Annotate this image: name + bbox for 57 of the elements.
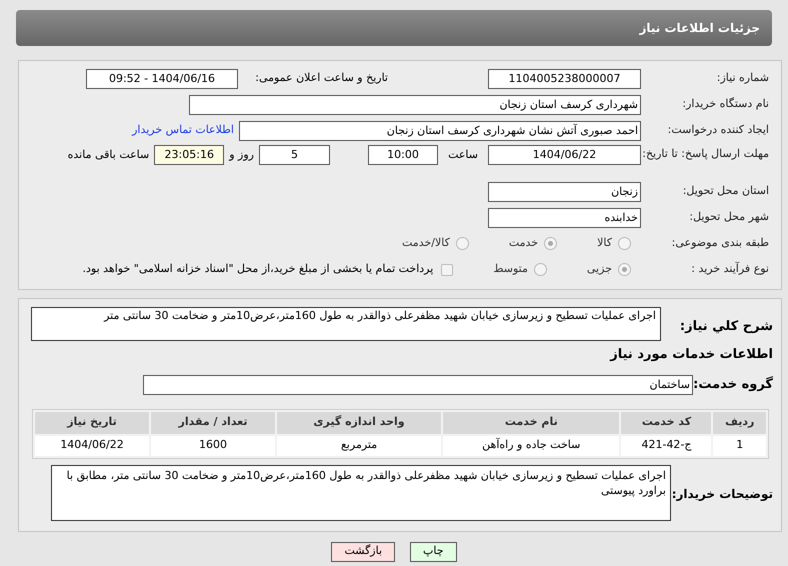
days-label: روز و: [229, 146, 254, 163]
field-label: تاریخ و ساعت اعلان عمومی:: [254, 70, 388, 86]
field-label: شماره نیاز:: [716, 70, 770, 86]
contact-link[interactable]: اطلاعات تماس خریدار: [132, 122, 234, 139]
checkbox-label: پرداخت تمام یا بخشی از مبلغ خرید،از محل "اسناد خزانه اسلامی" خواهد بود.: [82, 261, 434, 278]
radio-button[interactable]: [534, 263, 547, 276]
field-label: شرح کلي نیاز:: [678, 318, 774, 336]
table-cell: 1600: [151, 436, 276, 456]
remaining-label: ساعت باقی مانده: [68, 146, 150, 163]
radio-button[interactable]: [618, 263, 631, 276]
section-title: اطلاعات خدمات مورد نیاز: [608, 346, 774, 364]
table-cell: 1404/06/22: [35, 436, 150, 456]
field-label: توضیحات خریدار:: [671, 486, 774, 502]
field-label: شهر محل تحویل:: [688, 209, 770, 226]
buyer-org-field: شهرداری کرسف استان زنجان: [189, 94, 641, 114]
deadline-date-field: 1404/06/22: [488, 145, 641, 165]
table-cell: ج-42-421: [621, 436, 712, 456]
radio-label: متوسط: [493, 261, 528, 278]
radio-label: خدمت: [508, 235, 538, 252]
radio-button[interactable]: [618, 237, 631, 250]
column-header: تاریخ نیاز: [35, 412, 150, 434]
field-label: طبقه بندی موضوعی:: [670, 235, 770, 252]
buyer-notes-textarea[interactable]: اجرای عملیات تسطیح و زیرسازی خیابان شهید مظفرعلی ذوالقدر به طول 160متر،عرض10متر و ضخامت 30 سانتی متر، مطابق با براورد پیوستی: [51, 464, 671, 520]
radio-button[interactable]: [456, 237, 469, 250]
field-label: نام دستگاه خریدار:: [681, 96, 770, 112]
column-header: نام خدمت: [443, 412, 620, 434]
description-textarea[interactable]: اجرای عملیات تسطیح و زیرسازی خیابان شهید مظفرعلی ذوالقدر به طول 160متر،عرض10متر و ضخامت 30 سانتی متر: [31, 307, 661, 341]
table-cell: 1: [713, 436, 766, 456]
service-group-field: ساختمان: [143, 374, 693, 394]
radio-button[interactable]: [544, 237, 558, 250]
radio-label: کالا: [597, 235, 612, 252]
column-header: تعداد / مقدار: [151, 412, 276, 434]
column-header: ردیف: [713, 412, 766, 434]
field-label: استان محل تحویل:: [682, 183, 770, 200]
page-title: جزئیات اطلاعات نیاز: [639, 20, 760, 37]
province-field: زنجان: [488, 182, 641, 202]
field-label: نوع فرآیند خرید :: [690, 261, 770, 278]
column-header: کد خدمت: [621, 412, 712, 434]
deadline-time-field: 10:00: [368, 145, 438, 165]
field-label: ایجاد کننده درخواست:: [666, 122, 770, 138]
days-field: 5: [259, 145, 330, 165]
requester-field: احمد صبوری آتش نشان شهرداری کرسف استان زنجان: [239, 120, 641, 140]
city-field: خدابنده: [488, 208, 641, 228]
need-number-field: 1104005238000007: [488, 68, 641, 88]
checkbox[interactable]: [441, 264, 454, 276]
table-cell: ساخت جاده و راه‌آهن: [443, 436, 620, 456]
table-cell: مترمربع: [277, 436, 442, 456]
print-button[interactable]: چاپ: [410, 542, 457, 562]
radio-label: جزیی: [586, 261, 612, 278]
field-label: مهلت ارسال پاسخ: تا تاریخ:: [641, 146, 770, 161]
back-button[interactable]: بازگشت: [331, 542, 396, 562]
field-label: گروه خدمت:: [693, 375, 774, 394]
column-header: واحد اندازه گیری: [277, 412, 442, 434]
announce-date-field: 1404/06/16 - 09:52: [86, 68, 238, 88]
time-label: ساعت: [448, 146, 478, 163]
remaining-time-field: 23:05:16: [154, 145, 224, 165]
radio-label: کالا/خدمت: [402, 235, 450, 252]
